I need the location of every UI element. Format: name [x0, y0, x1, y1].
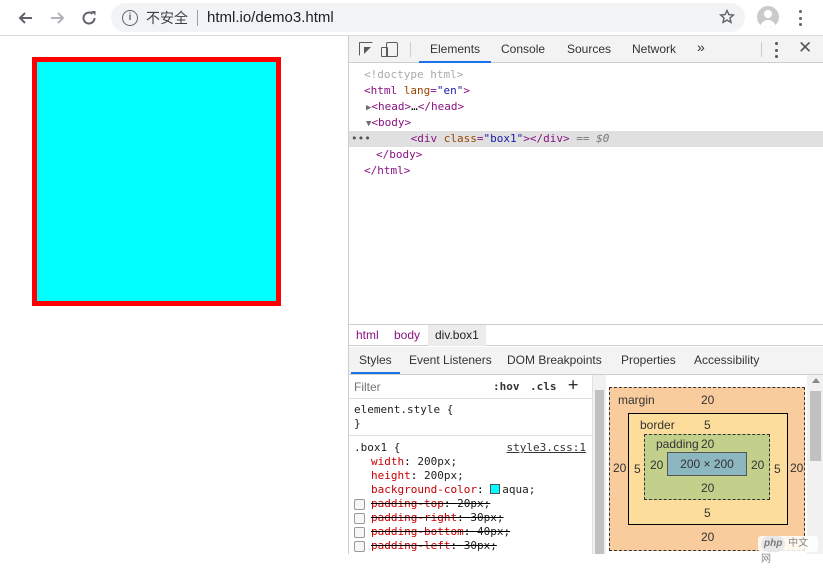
styles-filter-bar: :hov .cls + — [349, 375, 592, 399]
css-property-overridden[interactable]: padding-right: 30px; — [371, 511, 503, 524]
dom-doctype[interactable]: <!doctype html> — [364, 67, 823, 83]
arrow-left-icon — [18, 12, 32, 24]
add-rule-button[interactable]: + — [568, 375, 578, 395]
breadcrumb-body[interactable]: body — [387, 325, 427, 346]
tab-accessibility[interactable]: Accessibility — [694, 347, 759, 374]
color-swatch-icon[interactable] — [490, 484, 501, 494]
dom-div-box1-selected[interactable]: ••• <div class="box1"></div> == $0 — [349, 131, 823, 147]
info-icon[interactable]: i — [122, 9, 138, 26]
border-label: border — [640, 418, 675, 432]
class-toggle-button[interactable]: .cls — [530, 380, 557, 393]
margin-left-value[interactable]: 20 — [613, 461, 626, 475]
box-model-content[interactable]: 200 × 200 — [667, 452, 747, 476]
site-watermark: php 中文网 — [758, 536, 818, 565]
css-property-overridden[interactable]: padding-left: 30px; — [371, 539, 497, 552]
tab-network[interactable]: Network — [632, 36, 676, 63]
star-icon[interactable] — [719, 9, 735, 25]
dom-body-close[interactable]: </body> — [376, 147, 823, 163]
padding-right-value[interactable]: 20 — [751, 458, 764, 472]
box1-element — [32, 57, 281, 306]
arrow-right-icon — [51, 12, 65, 24]
forward-button[interactable] — [44, 4, 72, 32]
border-left-value[interactable]: 5 — [634, 462, 641, 476]
elements-subtab-bar: Styles Event Listeners DOM Breakpoints P… — [349, 347, 823, 375]
element-style-selector[interactable]: element.style { — [354, 403, 453, 416]
profile-avatar-icon[interactable] — [757, 6, 779, 28]
reload-button[interactable] — [75, 4, 103, 32]
box-model-diagram: margin 20 20 20 20 border 5 5 5 5 paddin… — [606, 375, 823, 554]
padding-label: padding — [656, 437, 699, 451]
tab-divider — [761, 42, 762, 57]
omnibox-divider — [197, 9, 198, 26]
property-checkbox[interactable] — [354, 541, 365, 552]
scrollbar-thumb[interactable] — [595, 390, 604, 554]
padding-top-value[interactable]: 20 — [701, 437, 714, 451]
stylesheet-link[interactable]: style3.css:1 — [507, 441, 586, 454]
dom-html-close[interactable]: </html> — [364, 163, 823, 179]
tab-sources[interactable]: Sources — [567, 36, 611, 63]
back-button[interactable] — [11, 4, 39, 32]
scroll-up-arrow-icon[interactable] — [812, 378, 820, 383]
styles-pane: :hov .cls + element.style { } .box1 { st… — [349, 375, 592, 554]
browser-menu-button[interactable] — [790, 8, 810, 28]
tab-console[interactable]: Console — [501, 36, 545, 63]
more-tabs-button[interactable]: » — [697, 39, 705, 55]
padding-bottom-value[interactable]: 20 — [701, 481, 714, 495]
tab-styles[interactable]: Styles — [351, 347, 400, 374]
scrollbar-thumb[interactable] — [810, 391, 821, 461]
css-property[interactable]: background-color: aqua; — [371, 483, 535, 496]
margin-right-value[interactable]: 20 — [790, 461, 803, 475]
devtools-panel: Elements Console Sources Network » ✕ <!d… — [348, 36, 823, 554]
inspect-element-icon[interactable] — [359, 42, 373, 56]
security-label: 不安全 — [146, 9, 188, 26]
browser-toolbar: i 不安全 html.io/demo3.html — [0, 0, 823, 36]
rule-divider — [349, 435, 592, 436]
box-model-padding[interactable]: padding 20 20 20 20 200 × 200 — [644, 434, 770, 500]
tab-properties[interactable]: Properties — [621, 347, 676, 374]
tab-divider — [410, 42, 411, 57]
device-toolbar-icon[interactable] — [381, 42, 398, 57]
close-devtools-button[interactable]: ✕ — [798, 38, 812, 58]
property-checkbox[interactable] — [354, 513, 365, 524]
box-model-margin[interactable]: margin 20 20 20 20 border 5 5 5 5 paddin… — [609, 387, 805, 551]
devtools-tab-bar: Elements Console Sources Network » ✕ — [349, 36, 823, 63]
box-model-scrollbar[interactable] — [807, 375, 823, 554]
page-viewport — [0, 36, 348, 554]
border-right-value[interactable]: 5 — [774, 462, 781, 476]
hover-state-button[interactable]: :hov — [493, 380, 520, 393]
tab-elements[interactable]: Elements — [419, 36, 492, 63]
styles-filter-input[interactable] — [353, 378, 483, 396]
tab-dom-breakpoints[interactable]: DOM Breakpoints — [507, 347, 602, 374]
dom-head[interactable]: ▶<head>…</head> — [366, 99, 823, 115]
css-property[interactable]: width: 200px; — [371, 455, 457, 468]
watermark-logo: php — [761, 536, 786, 552]
element-style-close: } — [354, 417, 361, 430]
devtools-menu-button[interactable] — [774, 42, 778, 58]
breadcrumb: html body div.box1 — [349, 324, 823, 346]
margin-label: margin — [618, 393, 655, 407]
dom-body-open[interactable]: ▼<body> — [366, 115, 823, 131]
css-property[interactable]: height: 200px; — [371, 469, 464, 482]
breadcrumb-div-box1[interactable]: div.box1 — [428, 325, 486, 346]
css-property-overridden[interactable]: padding-bottom: 40px; — [371, 525, 510, 538]
css-property-overridden[interactable]: padding-top: 20px; — [371, 497, 490, 510]
url-text[interactable]: html.io/demo3.html — [207, 9, 334, 26]
rule-selector[interactable]: .box1 { — [354, 441, 400, 454]
dom-tree: <!doctype html> <html lang="en"> ▶<head>… — [349, 63, 823, 324]
padding-left-value[interactable]: 20 — [650, 458, 663, 472]
tab-event-listeners[interactable]: Event Listeners — [409, 347, 492, 374]
dom-html-open[interactable]: <html lang="en"> — [364, 83, 823, 99]
reload-icon — [82, 11, 96, 25]
border-bottom-value[interactable]: 5 — [704, 506, 711, 520]
property-checkbox[interactable] — [354, 499, 365, 510]
margin-bottom-value[interactable]: 20 — [701, 530, 714, 544]
box-model-border[interactable]: border 5 5 5 5 padding 20 20 20 20 200 ×… — [628, 413, 788, 525]
address-bar[interactable]: i 不安全 html.io/demo3.html — [111, 3, 745, 32]
breadcrumb-html[interactable]: html — [349, 325, 386, 346]
margin-top-value[interactable]: 20 — [701, 393, 714, 407]
styles-scrollbar[interactable] — [592, 375, 606, 554]
border-top-value[interactable]: 5 — [704, 418, 711, 432]
property-checkbox[interactable] — [354, 527, 365, 538]
